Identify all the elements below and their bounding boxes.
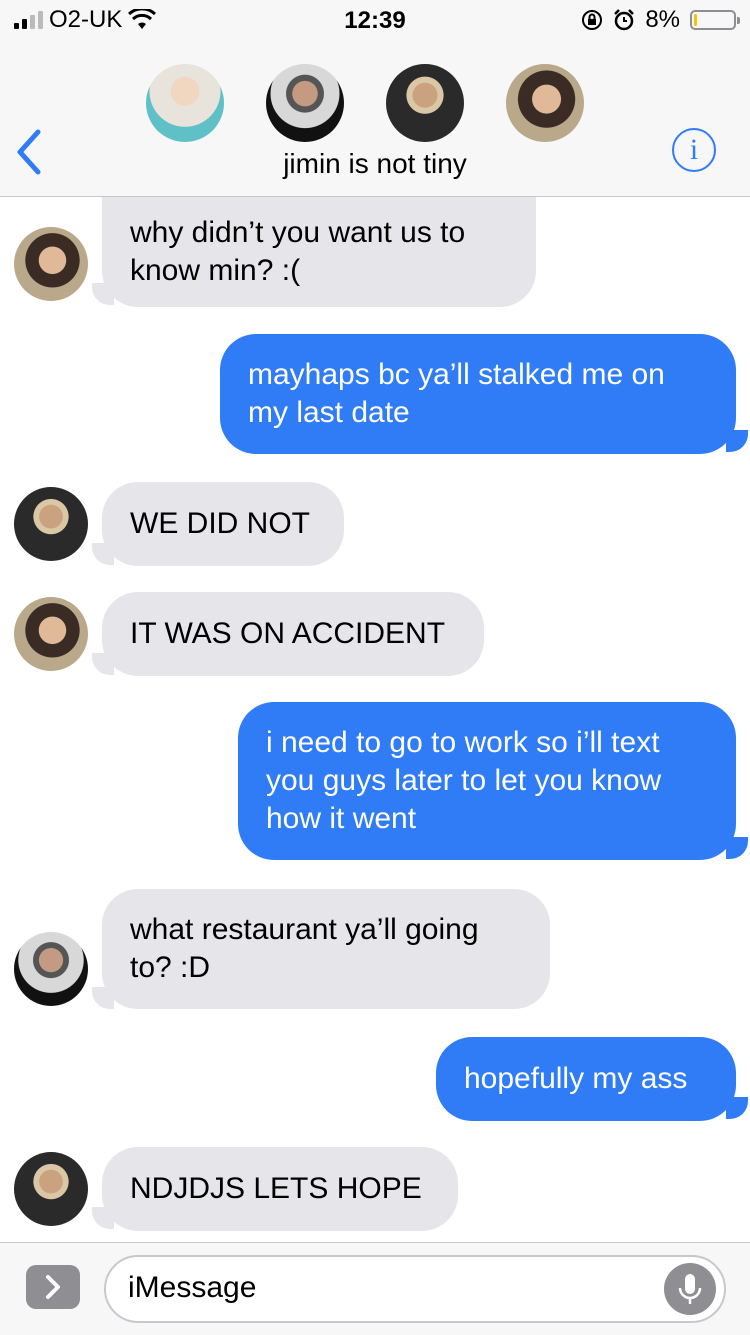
message-bubble-incoming[interactable]: why didn’t you want us to know min? :( <box>102 197 536 307</box>
bubble-tail <box>726 1097 748 1119</box>
battery-level <box>694 14 697 26</box>
avatar[interactable] <box>266 64 344 142</box>
bubble-tail <box>726 837 748 859</box>
avatar[interactable] <box>14 597 88 671</box>
avatar[interactable] <box>14 932 88 1006</box>
message-input[interactable]: iMessage <box>104 1255 726 1323</box>
message-text: IT WAS ON ACCIDENT <box>130 617 446 650</box>
alarm-icon <box>614 9 635 31</box>
message-text: what restaurant ya’ll going to? :D <box>130 913 479 984</box>
avatar[interactable] <box>146 64 224 142</box>
message-bubble-outgoing[interactable]: mayhaps bc ya’ll stalked me on my last d… <box>220 334 736 454</box>
message-bubble-outgoing[interactable]: i need to go to work so i’ll text you gu… <box>238 702 736 860</box>
message-bubble-incoming[interactable]: WE DID NOT <box>102 482 344 566</box>
message-thread: why didn’t you want us to know min? :( m… <box>0 197 750 1241</box>
conversation-header: O2-UK 12:39 8% jimin is not tiny i <box>0 0 750 197</box>
message-text: hopefully my ass <box>464 1062 688 1095</box>
message-text: WE DID NOT <box>130 507 310 540</box>
chevron-right-icon[interactable] <box>26 1265 80 1309</box>
message-text: why didn’t you want us to know min? :( <box>130 216 466 287</box>
avatar[interactable] <box>14 227 88 301</box>
message-text: mayhaps bc ya’ll stalked me on my last d… <box>248 358 665 429</box>
avatar[interactable] <box>14 487 88 561</box>
message-text: i need to go to work so i’ll text you gu… <box>266 726 662 835</box>
status-bar: O2-UK 12:39 8% <box>0 0 750 40</box>
bubble-tail <box>726 430 748 452</box>
avatar[interactable] <box>506 64 584 142</box>
message-bubble-incoming[interactable]: NDJDJS LETS HOPE <box>102 1147 458 1231</box>
input-placeholder: iMessage <box>128 1271 257 1304</box>
message-bubble-outgoing[interactable]: hopefully my ass <box>436 1037 736 1121</box>
info-icon[interactable]: i <box>672 128 716 172</box>
compose-bar: iMessage <box>0 1242 750 1335</box>
status-right: 8% <box>581 6 740 34</box>
avatar[interactable] <box>14 1152 88 1226</box>
participant-avatars[interactable] <box>0 64 750 144</box>
battery-percent: 8% <box>645 6 680 33</box>
rotation-lock-icon <box>582 10 603 30</box>
group-name[interactable]: jimin is not tiny <box>0 148 750 180</box>
battery-icon <box>690 10 740 30</box>
message-bubble-incoming[interactable]: what restaurant ya’ll going to? :D <box>102 889 550 1009</box>
message-text: NDJDJS LETS HOPE <box>130 1172 422 1205</box>
avatar[interactable] <box>386 64 464 142</box>
microphone-icon[interactable] <box>664 1263 716 1315</box>
message-bubble-incoming[interactable]: IT WAS ON ACCIDENT <box>102 592 484 676</box>
